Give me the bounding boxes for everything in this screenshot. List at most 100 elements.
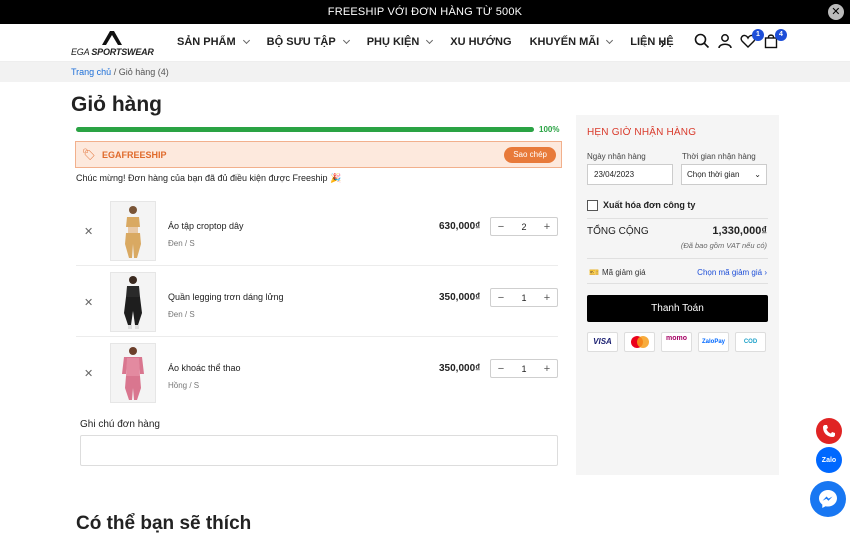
nav-item-xu-huong[interactable]: XU HƯỚNG — [450, 36, 511, 48]
remove-item-icon[interactable]: ✕ — [84, 367, 93, 380]
minus-icon[interactable]: − — [496, 221, 506, 233]
cod-icon: COD — [735, 332, 766, 352]
nav-scroll-arrows: ‹ › — [642, 36, 679, 51]
coupon-box: 🏷 EGAFREESHIP Sao chép — [75, 141, 562, 168]
product-image[interactable] — [110, 201, 156, 261]
delivery-time-label: Thời gian nhận hàng — [682, 152, 756, 161]
cart-item-list: ✕ Áo tập croptop dây Đen / S 630,000₫ − … — [76, 195, 558, 408]
logo-mark-icon — [102, 31, 122, 45]
quantity-value[interactable]: 1 — [521, 364, 526, 374]
product-variant: Hồng / S — [168, 381, 200, 390]
product-price: 630,000₫ — [439, 221, 481, 232]
chevron-right-icon: › — [764, 268, 767, 277]
order-note-input[interactable] — [80, 435, 558, 466]
page-title: Giỏ hàng — [71, 93, 162, 116]
phone-icon[interactable] — [816, 418, 842, 444]
total-value: 1,330,000₫ — [712, 225, 767, 237]
chevron-down-icon — [342, 36, 350, 45]
product-price: 350,000₫ — [439, 292, 481, 303]
plus-icon[interactable]: + — [542, 363, 552, 375]
delivery-date-input[interactable]: 23/04/2023 — [587, 164, 673, 185]
quantity-value[interactable]: 1 — [521, 293, 526, 303]
mastercard-icon — [624, 332, 655, 352]
breadcrumb: Trang chủ / Giỏ hàng (4) — [0, 62, 850, 82]
freeship-progress-bar — [76, 127, 534, 132]
messenger-icon[interactable] — [810, 481, 846, 517]
visa-icon: VISA — [587, 332, 618, 352]
announcement-bar: FREESHIP VỚI ĐƠN HÀNG TỪ 500K ✕ — [0, 0, 850, 24]
tag-icon: 🏷 — [82, 149, 96, 161]
momo-icon: momo — [661, 332, 692, 352]
chevron-down-icon — [426, 36, 434, 45]
invoice-label[interactable]: Xuất hóa đơn công ty — [603, 200, 695, 210]
delivery-date-label: Ngày nhận hàng — [587, 152, 646, 161]
wishlist-icon[interactable]: 1 — [740, 29, 764, 53]
breadcrumb-home-link[interactable]: Trang chủ — [71, 67, 111, 77]
search-icon[interactable] — [694, 33, 716, 53]
announcement-text: FREESHIP VỚI ĐƠN HÀNG TỪ 500K — [327, 6, 523, 18]
breadcrumb-current: / Giỏ hàng (4) — [111, 67, 169, 77]
quantity-stepper: − 1 + — [490, 359, 558, 378]
product-variant: Đen / S — [168, 239, 195, 248]
divider — [587, 218, 768, 219]
delivery-time-value: Chọn thời gian — [687, 170, 740, 179]
header-icons: 1 4 — [694, 29, 787, 53]
chevron-left-icon[interactable]: ‹ — [642, 36, 646, 51]
close-icon[interactable]: ✕ — [828, 4, 844, 20]
cart-icon[interactable]: 4 — [763, 29, 787, 53]
quantity-stepper: − 1 + — [490, 288, 558, 307]
quantity-stepper: − 2 + — [490, 217, 558, 236]
plus-icon[interactable]: + — [542, 221, 552, 233]
order-note-label: Ghi chú đơn hàng — [80, 419, 160, 430]
cart-item: ✕ Quần legging trơn dáng lửng Đen / S 35… — [76, 266, 558, 337]
user-icon[interactable] — [717, 33, 739, 53]
cart-item: ✕ Áo tập croptop dây Đen / S 630,000₫ − … — [76, 195, 558, 266]
order-summary-panel: HẸN GIỜ NHẬN HÀNG Ngày nhận hàng Thời gi… — [576, 115, 779, 475]
checkout-button[interactable]: Thanh Toán — [587, 295, 768, 322]
product-image[interactable] — [110, 272, 156, 332]
vat-note: (Đã bao gồm VAT nếu có) — [680, 241, 767, 250]
total-label: TỔNG CỘNG — [587, 226, 649, 237]
choose-voucher-link[interactable]: Chọn mã giảm giá › — [697, 268, 767, 277]
delivery-time-select[interactable]: Chọn thời gian ⌄ — [681, 164, 767, 185]
product-name[interactable]: Quần legging trơn dáng lửng — [168, 292, 284, 302]
progress-fill — [76, 127, 534, 132]
voucher-label: Mã giảm giá — [602, 268, 646, 277]
suggestions-title: Có thể bạn sẽ thích — [76, 513, 252, 534]
logo[interactable]: EGA SPORTSWEAR — [71, 30, 154, 58]
delivery-schedule-title: HẸN GIỜ NHẬN HÀNG — [587, 127, 697, 138]
divider — [587, 283, 768, 284]
minus-icon[interactable]: − — [496, 292, 506, 304]
product-name[interactable]: Áo khoác thể thao — [168, 363, 241, 373]
product-variant: Đen / S — [168, 310, 195, 319]
chevron-right-icon[interactable]: › — [660, 36, 664, 51]
quantity-value[interactable]: 2 — [521, 222, 526, 232]
main-nav: SẢN PHẨM BỘ SƯU TẬP PHỤ KIỆN XU HƯỚNG KH… — [177, 36, 692, 48]
remove-item-icon[interactable]: ✕ — [84, 225, 93, 238]
zalopay-icon: ZaloPay — [698, 332, 729, 352]
product-price: 350,000₫ — [439, 363, 481, 374]
nav-item-san-pham[interactable]: SẢN PHẨM — [177, 36, 250, 48]
site-header: EGA SPORTSWEAR SẢN PHẨM BỘ SƯU TẬP PHỤ K… — [0, 24, 850, 62]
logo-text: EGA SPORTSWEAR — [71, 47, 154, 57]
voucher-icon: 🎫 — [589, 268, 599, 277]
divider — [587, 258, 768, 259]
invoice-checkbox[interactable] — [587, 200, 598, 211]
coupon-code: EGAFREESHIP — [101, 149, 167, 160]
chevron-down-icon — [242, 36, 250, 45]
product-image[interactable] — [110, 343, 156, 403]
copy-coupon-button[interactable]: Sao chép — [504, 147, 556, 163]
nav-item-bo-suu-tap[interactable]: BỘ SƯU TẬP — [267, 36, 350, 48]
plus-icon[interactable]: + — [542, 292, 552, 304]
nav-item-phu-kien[interactable]: PHỤ KIỆN — [367, 36, 434, 48]
remove-item-icon[interactable]: ✕ — [84, 296, 93, 309]
cart-item: ✕ Áo khoác thể thao Hồng / S 350,000₫ − … — [76, 337, 558, 408]
chevron-down-icon: ⌄ — [754, 170, 761, 179]
progress-label: 100% — [539, 125, 560, 134]
zalo-icon[interactable]: Zalo — [816, 447, 842, 473]
chevron-down-icon — [606, 36, 614, 45]
product-name[interactable]: Áo tập croptop dây — [168, 221, 244, 231]
minus-icon[interactable]: − — [496, 363, 506, 375]
freeship-message: Chúc mừng! Đơn hàng của bạn đã đủ điều k… — [76, 173, 342, 183]
nav-item-khuyen-mai[interactable]: KHUYẾN MÃI — [530, 36, 614, 48]
